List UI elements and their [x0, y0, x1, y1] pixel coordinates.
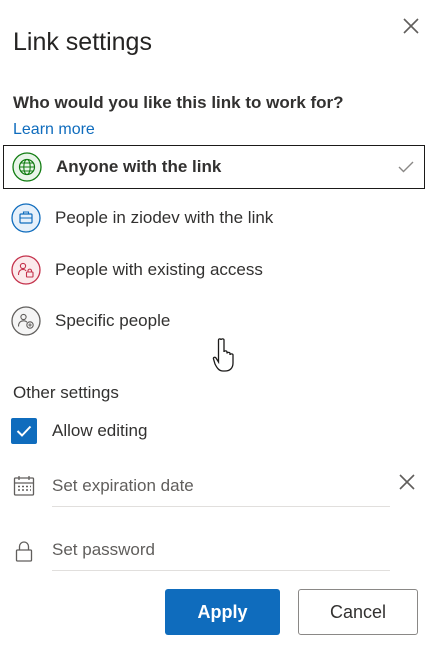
- globe-icon: [12, 152, 42, 182]
- option-anyone-with-link[interactable]: Anyone with the link: [3, 145, 425, 189]
- option-label: Anyone with the link: [56, 157, 222, 176]
- cancel-button[interactable]: Cancel: [298, 589, 418, 635]
- option-label: People in ziodev with the link: [55, 208, 274, 227]
- allow-editing-checkbox[interactable]: Allow editing: [11, 418, 147, 444]
- apply-button[interactable]: Apply: [165, 589, 280, 635]
- password-field[interactable]: Set password: [52, 530, 390, 571]
- password-placeholder: Set password: [52, 540, 155, 559]
- link-audience-question: Who would you like this link to work for…: [13, 93, 344, 112]
- organization-icon: [11, 203, 41, 233]
- option-people-in-org[interactable]: People in ziodev with the link: [3, 196, 425, 240]
- expiration-date-placeholder: Set expiration date: [52, 476, 194, 495]
- checkbox-checked-icon: [11, 418, 37, 444]
- close-button[interactable]: [399, 14, 423, 38]
- calendar-icon: [11, 473, 37, 499]
- expiration-date-field[interactable]: Set expiration date: [52, 466, 390, 507]
- lock-icon: [11, 538, 37, 564]
- hand-cursor-icon: [210, 337, 240, 378]
- dialog-title: Link settings: [13, 28, 152, 56]
- learn-more-link[interactable]: Learn more: [13, 121, 95, 139]
- people-add-icon: [11, 306, 41, 336]
- close-icon: [403, 18, 419, 34]
- other-settings-heading: Other settings: [13, 383, 119, 402]
- allow-editing-label: Allow editing: [52, 421, 148, 440]
- clear-expiration-button[interactable]: [395, 470, 419, 494]
- option-existing-access[interactable]: People with existing access: [3, 248, 425, 292]
- close-icon: [399, 474, 415, 490]
- people-lock-icon: [11, 255, 41, 285]
- option-label: People with existing access: [55, 260, 263, 279]
- checkmark-icon: [398, 161, 414, 173]
- option-label: Specific people: [55, 311, 171, 330]
